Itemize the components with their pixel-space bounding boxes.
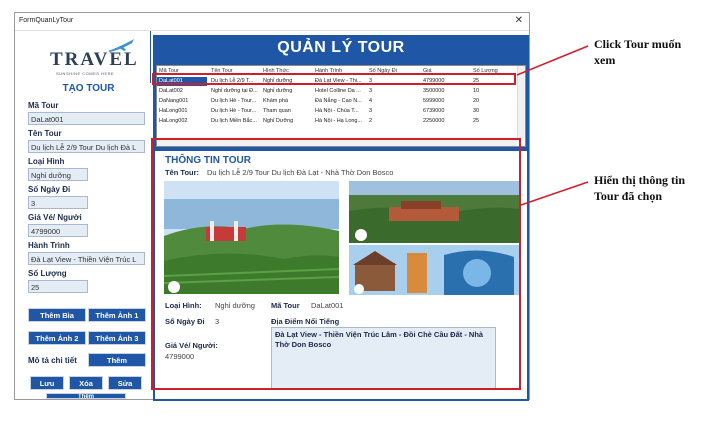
show-annotation: Hiển thị thông tin Tour đã chọn <box>594 173 686 203</box>
click-annotation: Click Tour muốn xem <box>594 37 682 67</box>
